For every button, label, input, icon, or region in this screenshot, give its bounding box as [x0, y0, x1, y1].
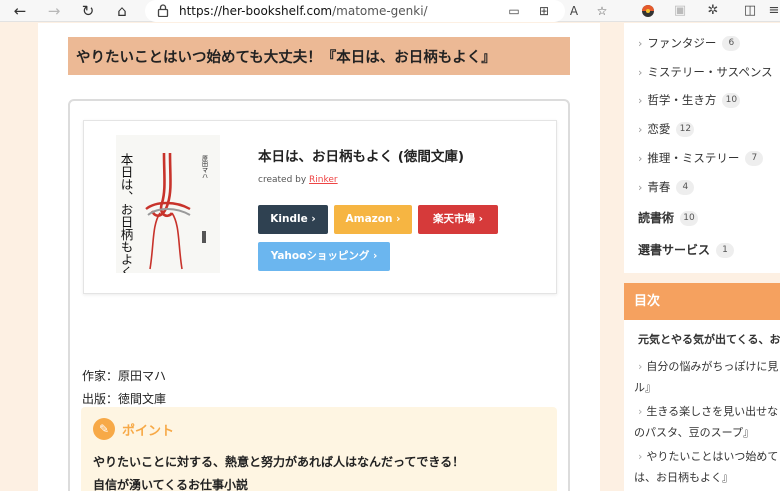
- url-path: /matome-genki/: [332, 4, 428, 18]
- created-by-prefix: created by: [258, 175, 310, 185]
- chevron-right-icon: ›: [638, 152, 643, 165]
- table-of-contents: 目次 元気とやる気が出てくる、お › 自分の悩みがちっぽけに見 ル』 › 生きる楽し…: [624, 283, 780, 491]
- point-text-line-2: 自信が湧いてくるお仕事小説: [93, 478, 249, 491]
- lock-icon: [157, 4, 169, 17]
- back-arrow-icon[interactable]: ←: [10, 1, 30, 21]
- category-label: ミステリー・サスペンス: [647, 65, 773, 79]
- category-item-romance[interactable]: › 恋愛 12: [638, 120, 695, 138]
- chevron-right-icon: ›: [638, 450, 643, 463]
- rinker-card: 本日は、お日柄もよく 原田マハ 本日は、お日柄もよく (徳間文庫) create…: [83, 120, 557, 294]
- category-item-philosophy[interactable]: › 哲学・生き方 10: [638, 91, 741, 109]
- category-count: 10: [722, 93, 741, 108]
- category-count: 7: [745, 151, 764, 166]
- cover-author-text: 原田マハ: [201, 155, 208, 179]
- pencil-icon: ✎: [93, 418, 115, 440]
- main-column: やりたいことはいつ始めても大丈夫！『本日は、お日柄もよく』 本日は、お日柄もよく…: [38, 23, 600, 491]
- category-label: 推理・ミステリー: [647, 151, 740, 165]
- category-label: 哲学・生き方: [647, 93, 717, 107]
- url-host: https://her-bookshelf.com: [179, 4, 333, 18]
- read-aloud-icon[interactable]: A: [565, 3, 583, 19]
- amazon-button[interactable]: Amazon ›: [334, 205, 412, 234]
- toc-item-2-cont[interactable]: ル』: [634, 379, 656, 395]
- chevron-right-icon: ›: [638, 66, 643, 79]
- extension-color-icon[interactable]: [638, 2, 658, 20]
- sidebar: › ファンタジー 6 › ミステリー・サスペンス › 哲学・生き方 10 › 恋愛 12 › 推…: [624, 23, 780, 491]
- category-item-reading[interactable]: 読書術 10: [638, 209, 699, 227]
- category-item-fantasy[interactable]: › ファンタジー 6: [638, 34, 741, 52]
- toc-item-3-cont[interactable]: のパスタ、豆のスープ』: [634, 424, 754, 440]
- toc-item-3[interactable]: › 生きる楽しさを見い出せな: [638, 403, 778, 419]
- chevron-right-icon: ›: [638, 405, 643, 418]
- category-count: 1: [716, 243, 735, 258]
- category-item-youth[interactable]: › 青春 4: [638, 178, 695, 196]
- chevron-right-icon: ›: [638, 360, 643, 373]
- category-count: 12: [676, 122, 695, 137]
- book-cover-image[interactable]: 本日は、お日柄もよく 原田マハ: [116, 135, 220, 273]
- chevron-right-icon: ›: [638, 181, 643, 194]
- apps-grid-icon[interactable]: ⊞: [535, 3, 553, 19]
- category-count: 10: [680, 211, 699, 226]
- refresh-icon[interactable]: ↻: [78, 1, 98, 21]
- yahoo-shopping-button[interactable]: Yahooショッピング ›: [258, 242, 390, 271]
- toc-item-label: 生きる楽しさを見い出せな: [646, 405, 779, 418]
- toc-item-label: 自分の悩みがちっぽけに見: [646, 360, 779, 373]
- chevron-right-icon: ›: [638, 123, 643, 136]
- favorites-bar-icon[interactable]: ≡: [764, 2, 780, 20]
- home-icon[interactable]: ⌂: [112, 1, 132, 21]
- forward-arrow-icon[interactable]: →: [44, 1, 64, 21]
- extensions-puzzle-icon[interactable]: ✲: [703, 2, 723, 20]
- publisher-line: 出版：徳間文庫: [82, 392, 167, 406]
- category-label: 恋愛: [647, 122, 671, 136]
- extension-square-icon[interactable]: ▣: [670, 2, 690, 20]
- category-list: › ファンタジー 6 › ミステリー・サスペンス › 哲学・生き方 10 › 恋愛 12 › 推…: [624, 23, 780, 273]
- book-title[interactable]: 本日は、お日柄もよく (徳間文庫): [258, 145, 464, 165]
- toc-item-1[interactable]: 元気とやる気が出てくる、お: [638, 331, 780, 347]
- point-text-line-1: やりたいことに対する、熱意と努力があれば人はなんだってできる！: [93, 455, 465, 469]
- toc-item-4[interactable]: › やりたいことはいつ始めて: [638, 448, 778, 464]
- category-label: 読書術: [638, 211, 675, 225]
- chevron-right-icon: ›: [638, 94, 643, 107]
- category-item-book-service[interactable]: 選書サービス 1: [638, 241, 735, 259]
- created-by-line: created by Rinker: [258, 175, 338, 185]
- browser-toolbar: ← → ↻ ⌂ https://her-bookshelf.com/matome…: [0, 0, 780, 22]
- toc-item-4-cont[interactable]: は、お日柄もよく』: [634, 469, 733, 485]
- toc-heading: 目次: [624, 283, 780, 320]
- toc-item-2[interactable]: › 自分の悩みがちっぽけに見: [638, 358, 778, 374]
- point-box: ✎ ポイント やりたいことに対する、熱意と努力があれば人はなんだってできる！ 自…: [81, 407, 557, 491]
- category-label: ファンタジー: [647, 36, 717, 50]
- category-count: 6: [722, 36, 741, 51]
- category-label: 選書サービス: [638, 243, 711, 257]
- address-bar[interactable]: https://her-bookshelf.com/matome-genki/ …: [145, 0, 607, 22]
- category-item-detective[interactable]: › 推理・ミステリー 7: [638, 149, 764, 167]
- article-heading: やりたいことはいつ始めても大丈夫！『本日は、お日柄もよく』: [68, 37, 570, 75]
- chevron-right-icon: ›: [638, 37, 643, 50]
- cover-title-text: 本日は、お日柄もよく: [119, 153, 134, 273]
- kindle-button[interactable]: Kindle ›: [258, 205, 328, 234]
- device-icon[interactable]: ▭: [505, 3, 523, 19]
- url-text: https://her-bookshelf.com/matome-genki/: [179, 3, 428, 19]
- category-item-mystery-suspense[interactable]: › ミステリー・サスペンス: [638, 63, 773, 81]
- point-label: ポイント: [122, 424, 175, 439]
- category-label: 青春: [647, 180, 671, 194]
- category-count: 4: [676, 180, 695, 195]
- author-line: 作家：原田マハ: [82, 369, 167, 383]
- split-screen-icon[interactable]: ◫: [740, 2, 760, 20]
- rinker-link[interactable]: Rinker: [309, 175, 338, 185]
- rakuten-button[interactable]: 楽天市場 ›: [418, 205, 498, 234]
- toc-item-label: やりたいことはいつ始めて: [646, 450, 779, 463]
- favorite-star-icon[interactable]: ☆: [593, 3, 611, 19]
- web-page: やりたいことはいつ始めても大丈夫！『本日は、お日柄もよく』 本日は、お日柄もよく…: [0, 23, 780, 491]
- book-box: 本日は、お日柄もよく 原田マハ 本日は、お日柄もよく (徳間文庫) create…: [68, 99, 570, 491]
